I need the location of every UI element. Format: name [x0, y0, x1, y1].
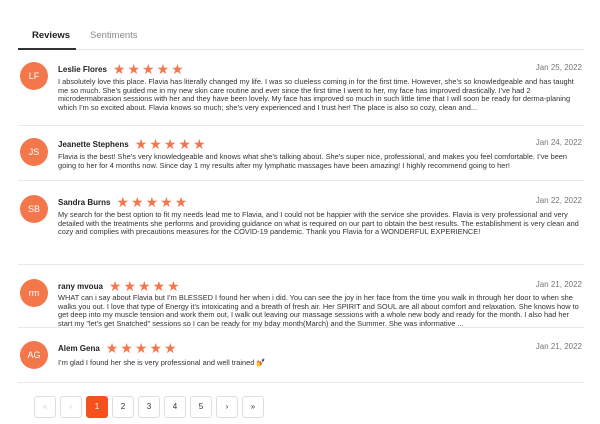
prev-page-button[interactable]: ‹ — [60, 396, 82, 418]
star-icon: ★ — [138, 278, 151, 294]
page-button[interactable]: 3 — [138, 396, 160, 418]
first-page-button[interactable]: « — [34, 396, 56, 418]
review-text: My search for the best option to fit my … — [58, 210, 579, 237]
review-header: Jeanette Stephens ★ ★ ★ ★ ★ — [58, 137, 208, 151]
review-text: I absolutely love this place. Flavia has… — [58, 77, 574, 113]
star-icon: ★ — [152, 278, 166, 294]
avatar: SB — [20, 195, 48, 223]
star-icon: ★ — [142, 61, 155, 77]
star-icon: ★ — [149, 340, 163, 356]
star-icon: ★ — [145, 194, 159, 210]
tab-reviews[interactable]: Reviews — [32, 30, 70, 41]
star-icon: ★ — [105, 340, 119, 356]
reviewer-name: Alem Gena — [58, 343, 100, 353]
review-header: Alem Gena ★ ★ ★ ★ ★ — [58, 341, 179, 355]
review-date: Jan 21, 2022 — [535, 280, 582, 289]
star-icon: ★ — [108, 278, 122, 294]
review-tabs: Reviews Sentiments — [18, 22, 584, 50]
next-page-button[interactable]: › — [216, 396, 238, 418]
star-icon: ★ — [174, 194, 188, 210]
star-icon: ★ — [149, 136, 162, 152]
review-date: Jan 22, 2022 — [535, 196, 582, 205]
star-rating: ★ ★ ★ ★ ★ — [106, 341, 179, 355]
review-header: rany mvoua ★ ★ ★ ★ ★ — [58, 279, 182, 293]
reviewer-name: Sandra Burns — [58, 197, 111, 207]
avatar: rm — [20, 279, 48, 307]
reviewer-name: Jeanette Stephens — [58, 139, 129, 149]
page-button[interactable]: 5 — [190, 396, 212, 418]
avatar: AG — [20, 341, 48, 369]
star-icon: ★ — [156, 61, 170, 77]
last-page-button[interactable]: » — [242, 396, 264, 418]
star-icon: ★ — [134, 340, 148, 356]
reviewer-name: Leslie Flores — [58, 64, 107, 74]
star-icon: ★ — [178, 136, 191, 152]
star-rating: ★ ★ ★ ★ ★ — [135, 137, 208, 151]
review-text: Flavia is the best! She’s very knowledge… — [58, 152, 568, 170]
star-icon: ★ — [160, 194, 173, 210]
star-rating: ★ ★ ★ ★ ★ — [116, 195, 189, 209]
reviewer-name: rany mvoua — [58, 281, 103, 291]
avatar: LF — [20, 62, 48, 90]
star-rating: ★ ★ ★ ★ ★ — [109, 279, 182, 293]
review-text: I’m glad I found her she is very profess… — [58, 358, 266, 367]
review-date: Jan 21, 2022 — [535, 342, 582, 351]
review-item: rm rany mvoua ★ ★ ★ ★ ★ Jan 21, 2022 WHAT ca… — [18, 265, 584, 328]
review-item: JS Jeanette Stephens ★ ★ ★ ★ ★ Jan 24, 2022 … — [18, 126, 584, 181]
star-rating: ★ ★ ★ ★ ★ — [113, 62, 186, 76]
star-icon: ★ — [171, 61, 184, 77]
avatar: JS — [20, 138, 48, 166]
tab-sentiments[interactable]: Sentiments — [90, 30, 138, 41]
pagination: « ‹ 1 2 3 4 5 › » — [34, 396, 268, 418]
review-header: Leslie Flores ★ ★ ★ ★ ★ — [58, 62, 186, 76]
star-icon: ★ — [116, 194, 130, 210]
star-icon: ★ — [131, 194, 144, 210]
review-header: Sandra Burns ★ ★ ★ ★ ★ — [58, 195, 189, 209]
review-item: SB Sandra Burns ★ ★ ★ ★ ★ Jan 22, 2022 My se… — [18, 181, 584, 265]
star-icon: ★ — [120, 340, 133, 356]
review-item: AG Alem Gena ★ ★ ★ ★ ★ Jan 21, 2022 I’m glad… — [18, 328, 584, 383]
star-icon: ★ — [167, 278, 180, 294]
page-button[interactable]: 1 — [86, 396, 108, 418]
star-icon: ★ — [123, 278, 137, 294]
star-icon: ★ — [134, 136, 148, 152]
star-icon: ★ — [164, 340, 177, 356]
star-icon: ★ — [112, 61, 126, 77]
review-date: Jan 25, 2022 — [535, 63, 582, 72]
star-icon: ★ — [127, 61, 141, 77]
review-list: LF Leslie Flores ★ ★ ★ ★ ★ Jan 25, 2022 I ab… — [18, 50, 584, 383]
page-button[interactable]: 4 — [164, 396, 186, 418]
review-date: Jan 24, 2022 — [535, 138, 582, 147]
review-text: WHAT can i say about Flavia but I’m BLES… — [58, 293, 579, 329]
star-icon: ★ — [163, 136, 177, 152]
review-item: LF Leslie Flores ★ ★ ★ ★ ★ Jan 25, 2022 I ab… — [18, 50, 584, 126]
page-button[interactable]: 2 — [112, 396, 134, 418]
star-icon: ★ — [192, 136, 206, 152]
